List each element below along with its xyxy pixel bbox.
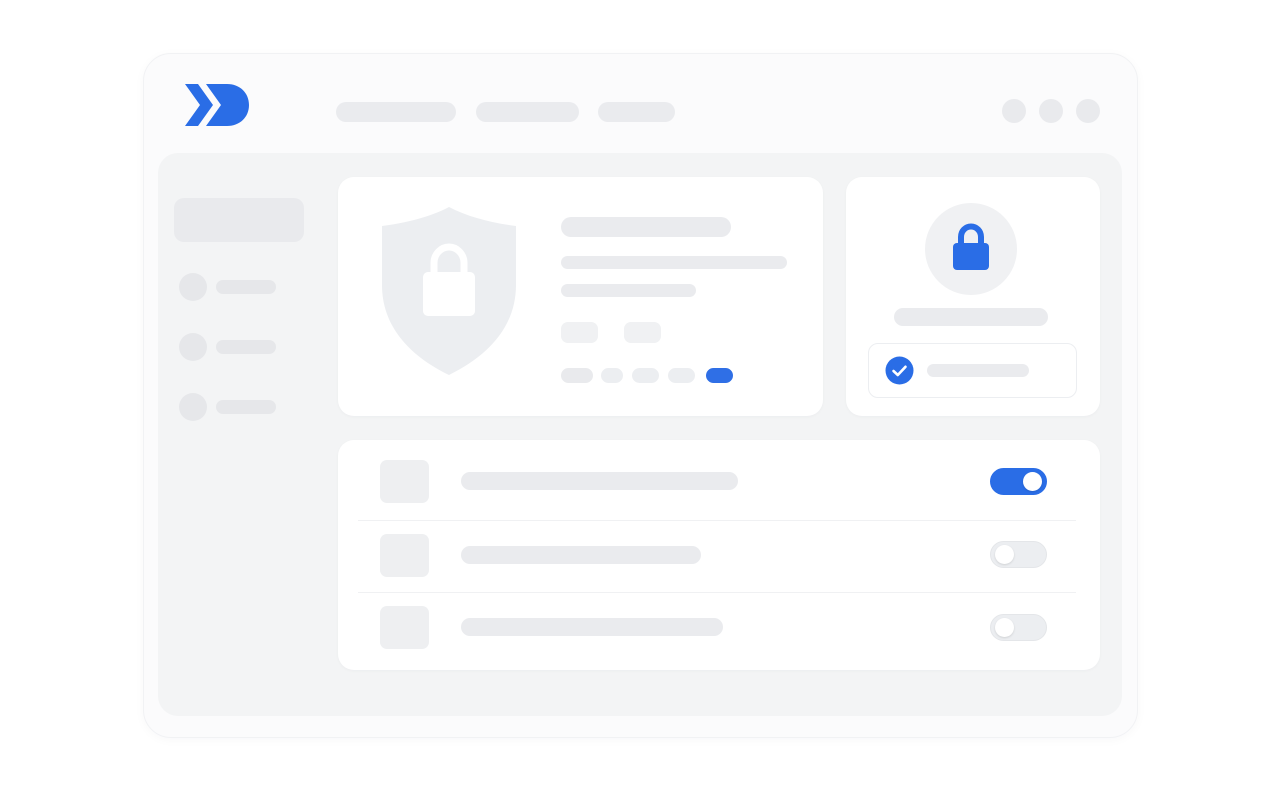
setting-row-1-toggle[interactable] bbox=[990, 468, 1047, 495]
setting-row-2-icon bbox=[380, 534, 429, 577]
card-title-placeholder bbox=[561, 217, 731, 237]
setting-row-3-icon bbox=[380, 606, 429, 649]
nav-tab-2[interactable] bbox=[476, 102, 579, 122]
toggle-knob bbox=[1023, 472, 1042, 491]
sidebar-item-active[interactable] bbox=[174, 198, 304, 242]
setting-row-3-toggle[interactable] bbox=[990, 614, 1047, 641]
lock-icon bbox=[953, 223, 989, 270]
progress-step-1 bbox=[561, 368, 593, 383]
card-tag-2 bbox=[624, 322, 661, 343]
window-control-1[interactable] bbox=[1002, 99, 1026, 123]
sidebar-item-1[interactable] bbox=[216, 280, 276, 294]
setting-row-2-label bbox=[461, 546, 701, 564]
check-circle-icon bbox=[885, 356, 914, 385]
card-description-line-2 bbox=[561, 284, 696, 297]
progress-step-3 bbox=[632, 368, 659, 383]
row-divider bbox=[358, 520, 1076, 521]
sidebar-item-2[interactable] bbox=[216, 340, 276, 354]
logo-icon[interactable] bbox=[183, 82, 251, 128]
sidebar-item-icon bbox=[179, 393, 207, 421]
sidebar-item-icon bbox=[179, 273, 207, 301]
setting-row-1-icon bbox=[380, 460, 429, 503]
setting-row-2-toggle[interactable] bbox=[990, 541, 1047, 568]
window-control-2[interactable] bbox=[1039, 99, 1063, 123]
sidebar-item-icon bbox=[179, 333, 207, 361]
window-control-3[interactable] bbox=[1076, 99, 1100, 123]
sidebar-item-3[interactable] bbox=[216, 400, 276, 414]
setting-row-3-label bbox=[461, 618, 723, 636]
card-description-line-1 bbox=[561, 256, 787, 269]
shield-lock-icon bbox=[382, 207, 516, 375]
setting-row-1-label bbox=[461, 472, 738, 490]
toggle-knob bbox=[995, 545, 1014, 564]
lock-card-title-placeholder bbox=[894, 308, 1048, 326]
row-divider bbox=[358, 592, 1076, 593]
verified-label-placeholder bbox=[927, 364, 1029, 377]
toggle-knob bbox=[995, 618, 1014, 637]
progress-step-2 bbox=[601, 368, 623, 383]
nav-tab-3[interactable] bbox=[598, 102, 675, 122]
progress-step-4 bbox=[668, 368, 695, 383]
progress-step-5-active bbox=[706, 368, 733, 383]
card-tag-1 bbox=[561, 322, 598, 343]
nav-tab-1[interactable] bbox=[336, 102, 456, 122]
